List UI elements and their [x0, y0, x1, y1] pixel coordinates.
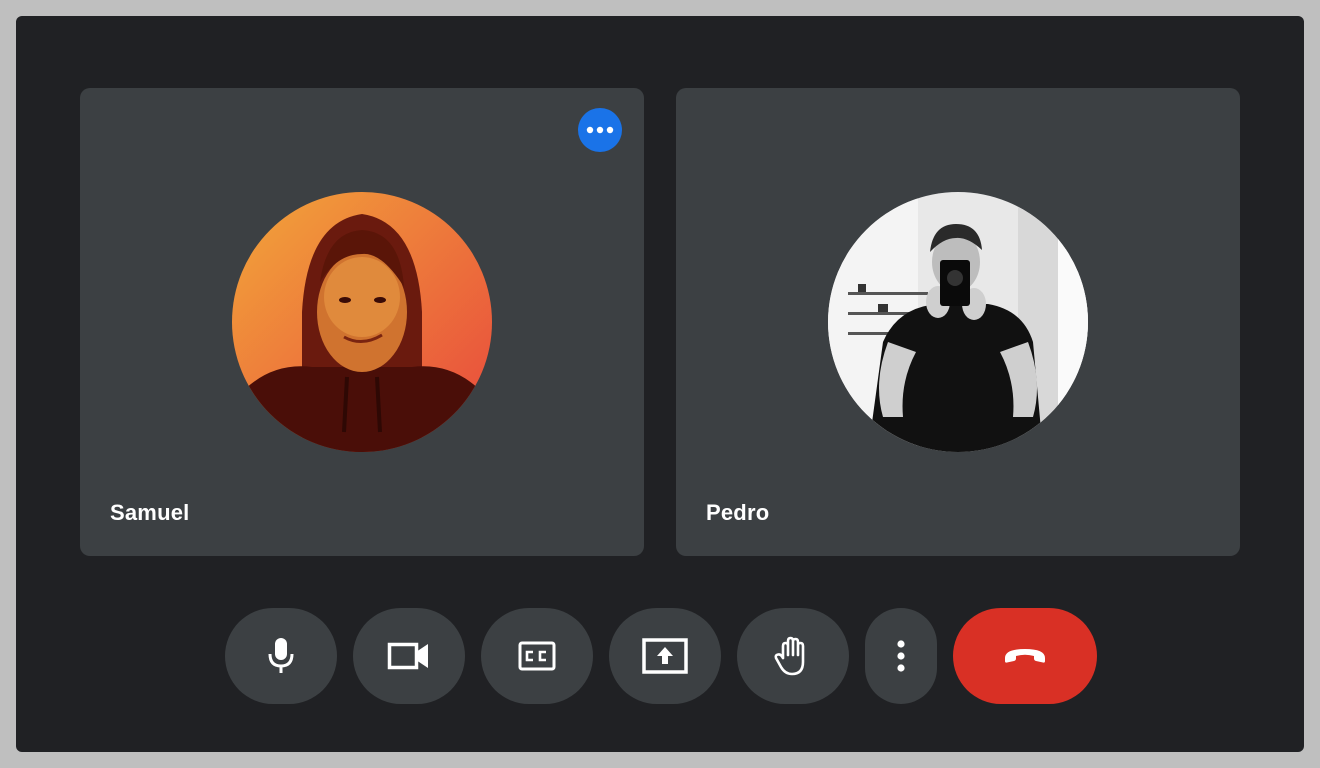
samuel-photo-avatar: [232, 192, 492, 452]
hang-up-icon: [1005, 649, 1045, 663]
video-camera-icon: [387, 642, 428, 670]
raise-hand-button[interactable]: [737, 608, 849, 704]
closed-captions-icon: [518, 641, 556, 671]
present-screen-icon: [642, 638, 688, 674]
captions-button[interactable]: [481, 608, 593, 704]
tile-more-options-button[interactable]: [578, 108, 622, 152]
raise-hand-icon: [774, 636, 805, 676]
microphone-icon: [268, 638, 294, 673]
participant-name: Samuel: [110, 500, 190, 525]
meeting-window: Samuel Pedro: [16, 16, 1304, 752]
call-controls-bar: [225, 608, 1097, 704]
camera-button[interactable]: [353, 608, 465, 704]
more-horizontal-icon: [586, 126, 614, 134]
pedro-photo-avatar: [828, 192, 1088, 452]
microphone-button[interactable]: [225, 608, 337, 704]
more-options-button[interactable]: [865, 608, 937, 704]
participant-tile-samuel[interactable]: Samuel: [80, 88, 644, 556]
more-vertical-icon: [897, 640, 905, 672]
avatar-samuel: [232, 192, 492, 452]
leave-call-button[interactable]: [953, 608, 1097, 704]
participant-tile-pedro[interactable]: Pedro: [676, 88, 1240, 556]
participant-name: Pedro: [706, 500, 770, 525]
present-button[interactable]: [609, 608, 721, 704]
avatar-pedro: [828, 192, 1088, 452]
